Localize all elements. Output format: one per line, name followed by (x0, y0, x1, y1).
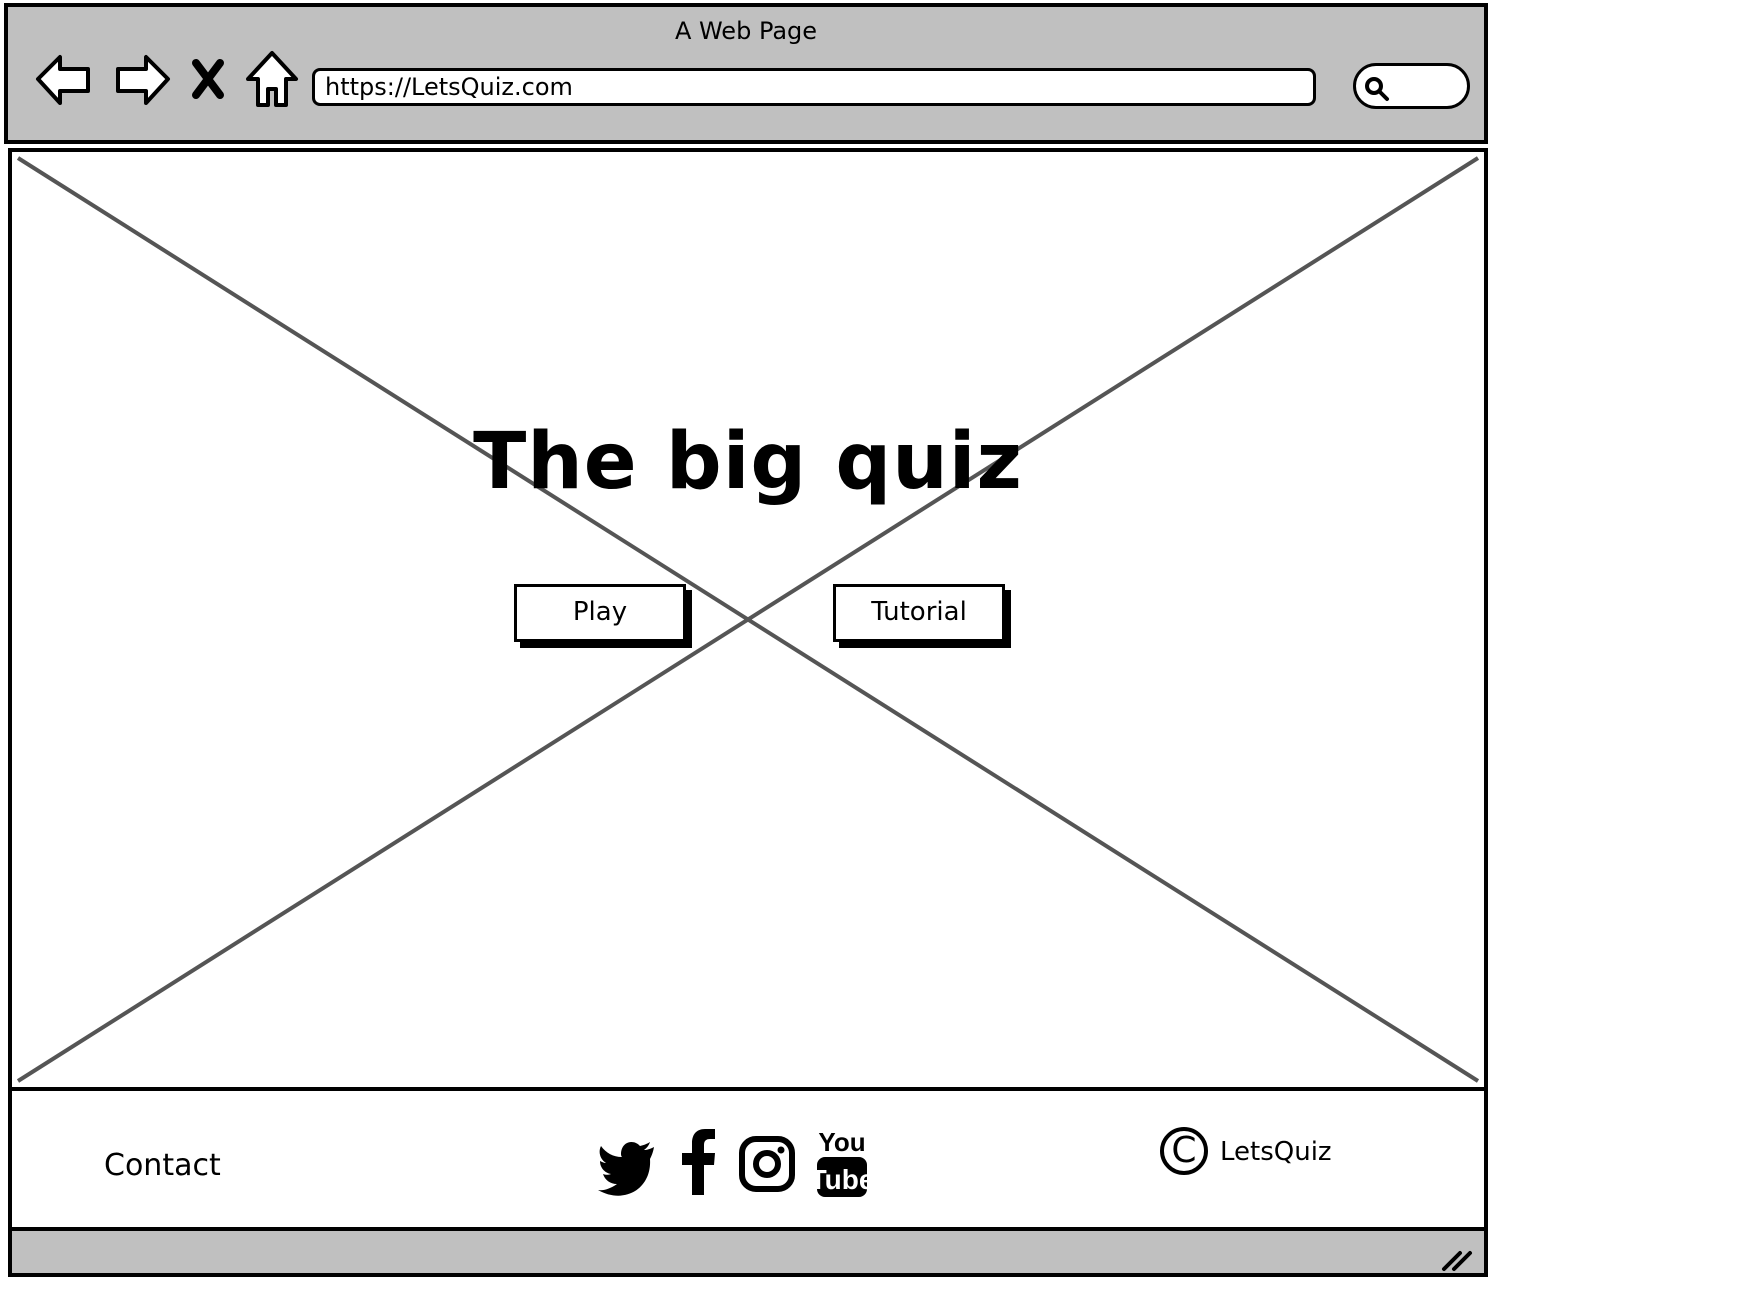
youtube-text-top: You (818, 1127, 865, 1157)
home-icon[interactable] (242, 47, 302, 111)
browser-window: A Web Page https://LetsQuiz.com The big … (4, 3, 1488, 1277)
address-bar[interactable]: https://LetsQuiz.com (312, 68, 1316, 106)
image-placeholder (16, 156, 1480, 1083)
window-title: A Web Page (674, 17, 818, 45)
facebook-icon[interactable] (678, 1129, 718, 1199)
page-title: The big quiz (473, 417, 1023, 507)
browser-titlebar: A Web Page https://LetsQuiz.com (4, 3, 1488, 144)
tutorial-button[interactable]: Tutorial (833, 584, 1005, 642)
youtube-text-bottom: Tube (814, 1164, 870, 1195)
contact-link[interactable]: Contact (104, 1148, 221, 1183)
play-button[interactable]: Play (514, 584, 686, 642)
instagram-icon[interactable] (738, 1129, 796, 1199)
forward-arrow-icon[interactable] (112, 47, 172, 111)
search-icon (1365, 77, 1389, 101)
hero-section: The big quiz Play Tutorial (8, 148, 1488, 1091)
resize-handle-icon[interactable] (1440, 1245, 1474, 1273)
youtube-icon[interactable]: You Tube (814, 1125, 870, 1201)
status-bar (8, 1227, 1488, 1277)
brand-name: LetsQuiz (1220, 1137, 1332, 1167)
twitter-icon[interactable] (598, 1129, 658, 1199)
copyright-icon: C (1160, 1127, 1208, 1175)
search-box[interactable] (1353, 63, 1470, 109)
close-icon[interactable] (188, 47, 228, 111)
footer: Contact You Tube C LetsQuiz (8, 1091, 1488, 1227)
back-arrow-icon[interactable] (34, 47, 94, 111)
